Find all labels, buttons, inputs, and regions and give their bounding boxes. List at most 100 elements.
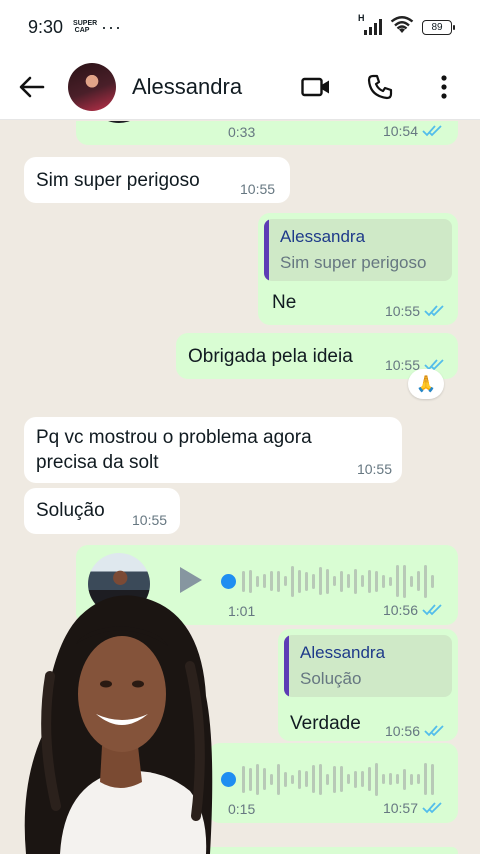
status-bar: 9:30 SUPER CAP ··· H 89: [0, 0, 480, 54]
waveform-bar: [389, 576, 392, 586]
waveform-bar: [347, 774, 350, 784]
message-text: Sim super perigoso: [36, 170, 200, 191]
message-text: Obrigada pela ideia: [188, 346, 353, 367]
signal-icon: H: [358, 13, 382, 35]
notification-more-icon: ···: [101, 16, 123, 37]
waveform-bar: [340, 766, 343, 792]
quote-text: Sim super perigoso: [280, 253, 427, 272]
waveform-bar: [410, 575, 413, 587]
waveform-bar: [263, 768, 266, 790]
waveform-bar: [410, 773, 413, 785]
waveform-bar: [270, 571, 273, 591]
quoted-message[interactable]: Alessandra Sim super perigoso: [264, 219, 452, 281]
phone-icon[interactable]: [362, 69, 398, 105]
waveform-bar: [291, 774, 294, 784]
waveform-bar: [340, 570, 343, 592]
pray-emoji-icon: 🙏: [416, 376, 436, 393]
waveform-bar: [354, 568, 357, 594]
message-text: Verdade: [290, 713, 361, 734]
waveform-bar: [424, 564, 427, 598]
reply-message[interactable]: Alessandra Sim super perigoso Ne 10:55: [258, 213, 458, 325]
reaction-badge[interactable]: 🙏: [408, 369, 444, 399]
message-text: Solução: [36, 500, 105, 521]
waveform-bar: [417, 571, 420, 591]
waveform-bar: [319, 567, 322, 595]
waveform-bar: [333, 765, 336, 793]
waveform-bar: [284, 576, 287, 586]
message-text-line-1: Pq vc mostrou o problema agora: [36, 427, 312, 448]
contact-name[interactable]: Alessandra: [132, 74, 242, 100]
waveform-bar: [396, 774, 399, 784]
waveform-bar: [242, 570, 245, 592]
battery-icon: 89: [422, 19, 455, 35]
quoted-message[interactable]: Alessandra Solução: [284, 635, 452, 697]
message-time: 10:55: [240, 181, 276, 197]
quote-text: Solução: [300, 669, 362, 688]
waveform-bar: [361, 771, 364, 787]
waveform-bar: [403, 768, 406, 790]
message-time: 10:55: [384, 303, 420, 319]
more-vertical-icon[interactable]: [426, 69, 462, 105]
voice-message[interactable]: 0:15 10:57: [208, 743, 458, 823]
sender-avatar: [88, 121, 150, 123]
waveform-bar: [263, 574, 266, 588]
waveform-bar: [396, 565, 399, 597]
waveform-bar: [305, 771, 308, 787]
contact-avatar[interactable]: [68, 62, 116, 111]
voice-duration: 0:15: [228, 801, 256, 817]
waveform-bar: [298, 569, 301, 593]
waveform-bar: [277, 570, 280, 592]
waveform-bar: [375, 570, 378, 592]
read-ticks-icon: [422, 801, 444, 815]
waveform-bar: [347, 574, 350, 588]
waveform-bar: [298, 769, 301, 789]
waveform-bar: [403, 564, 406, 598]
voice-duration: 1:01: [228, 603, 256, 619]
incoming-message[interactable]: Solução 10:55: [24, 488, 180, 534]
waveform-bar: [417, 774, 420, 784]
waveform-bar: [312, 765, 315, 793]
message-text: Ne: [272, 292, 297, 313]
message-time: 10:57: [382, 800, 418, 816]
reply-message[interactable]: Alessandra Solução Verdade 10:56: [278, 629, 458, 741]
voice-duration: 0:33: [228, 124, 256, 140]
waveform-bar: [305, 571, 308, 591]
waveform-bar: [431, 574, 434, 588]
waveform-bar: [242, 765, 245, 793]
supercap-icon: SUPER CAP: [73, 20, 98, 34]
wifi-icon: [390, 15, 414, 39]
quote-author: Alessandra: [280, 227, 366, 246]
status-time: 9:30: [28, 16, 64, 37]
waveform-bar: [284, 771, 287, 787]
read-ticks-icon: [424, 724, 446, 738]
video-call-icon[interactable]: [298, 69, 334, 105]
waveform-bar: [424, 763, 427, 795]
waveform-bar: [361, 575, 364, 587]
read-ticks-icon: [424, 304, 446, 318]
read-ticks-icon: [422, 124, 444, 138]
waveform-bar: [270, 773, 273, 785]
waveform-bar: [249, 767, 252, 791]
waveform-bar: [368, 767, 371, 791]
chat-header: Alessandra: [0, 54, 480, 120]
waveform[interactable]: [242, 563, 434, 599]
overlay-person-photo: [20, 586, 226, 854]
back-arrow-icon[interactable]: [12, 67, 52, 107]
waveform[interactable]: [242, 761, 434, 797]
message-time: 10:55: [356, 461, 392, 477]
waveform-bar: [256, 575, 259, 587]
waveform-bar: [382, 574, 385, 588]
message-text-line-2: precisa da solt: [36, 452, 159, 473]
incoming-message[interactable]: Sim super perigoso 10:55: [24, 157, 290, 203]
waveform-bar: [333, 576, 336, 586]
voice-message[interactable]: 0:33 10:54: [76, 121, 458, 145]
waveform-bar: [431, 763, 434, 795]
incoming-message[interactable]: Pq vc mostrou o problema agora precisa d…: [24, 417, 402, 483]
message-time: 10:55: [132, 512, 168, 528]
waveform-bar: [368, 569, 371, 593]
waveform-bar: [291, 565, 294, 597]
waveform-bar: [326, 568, 329, 594]
waveform-bar: [249, 569, 252, 593]
message-time: 10:56: [384, 723, 420, 739]
waveform-bar: [277, 763, 280, 795]
